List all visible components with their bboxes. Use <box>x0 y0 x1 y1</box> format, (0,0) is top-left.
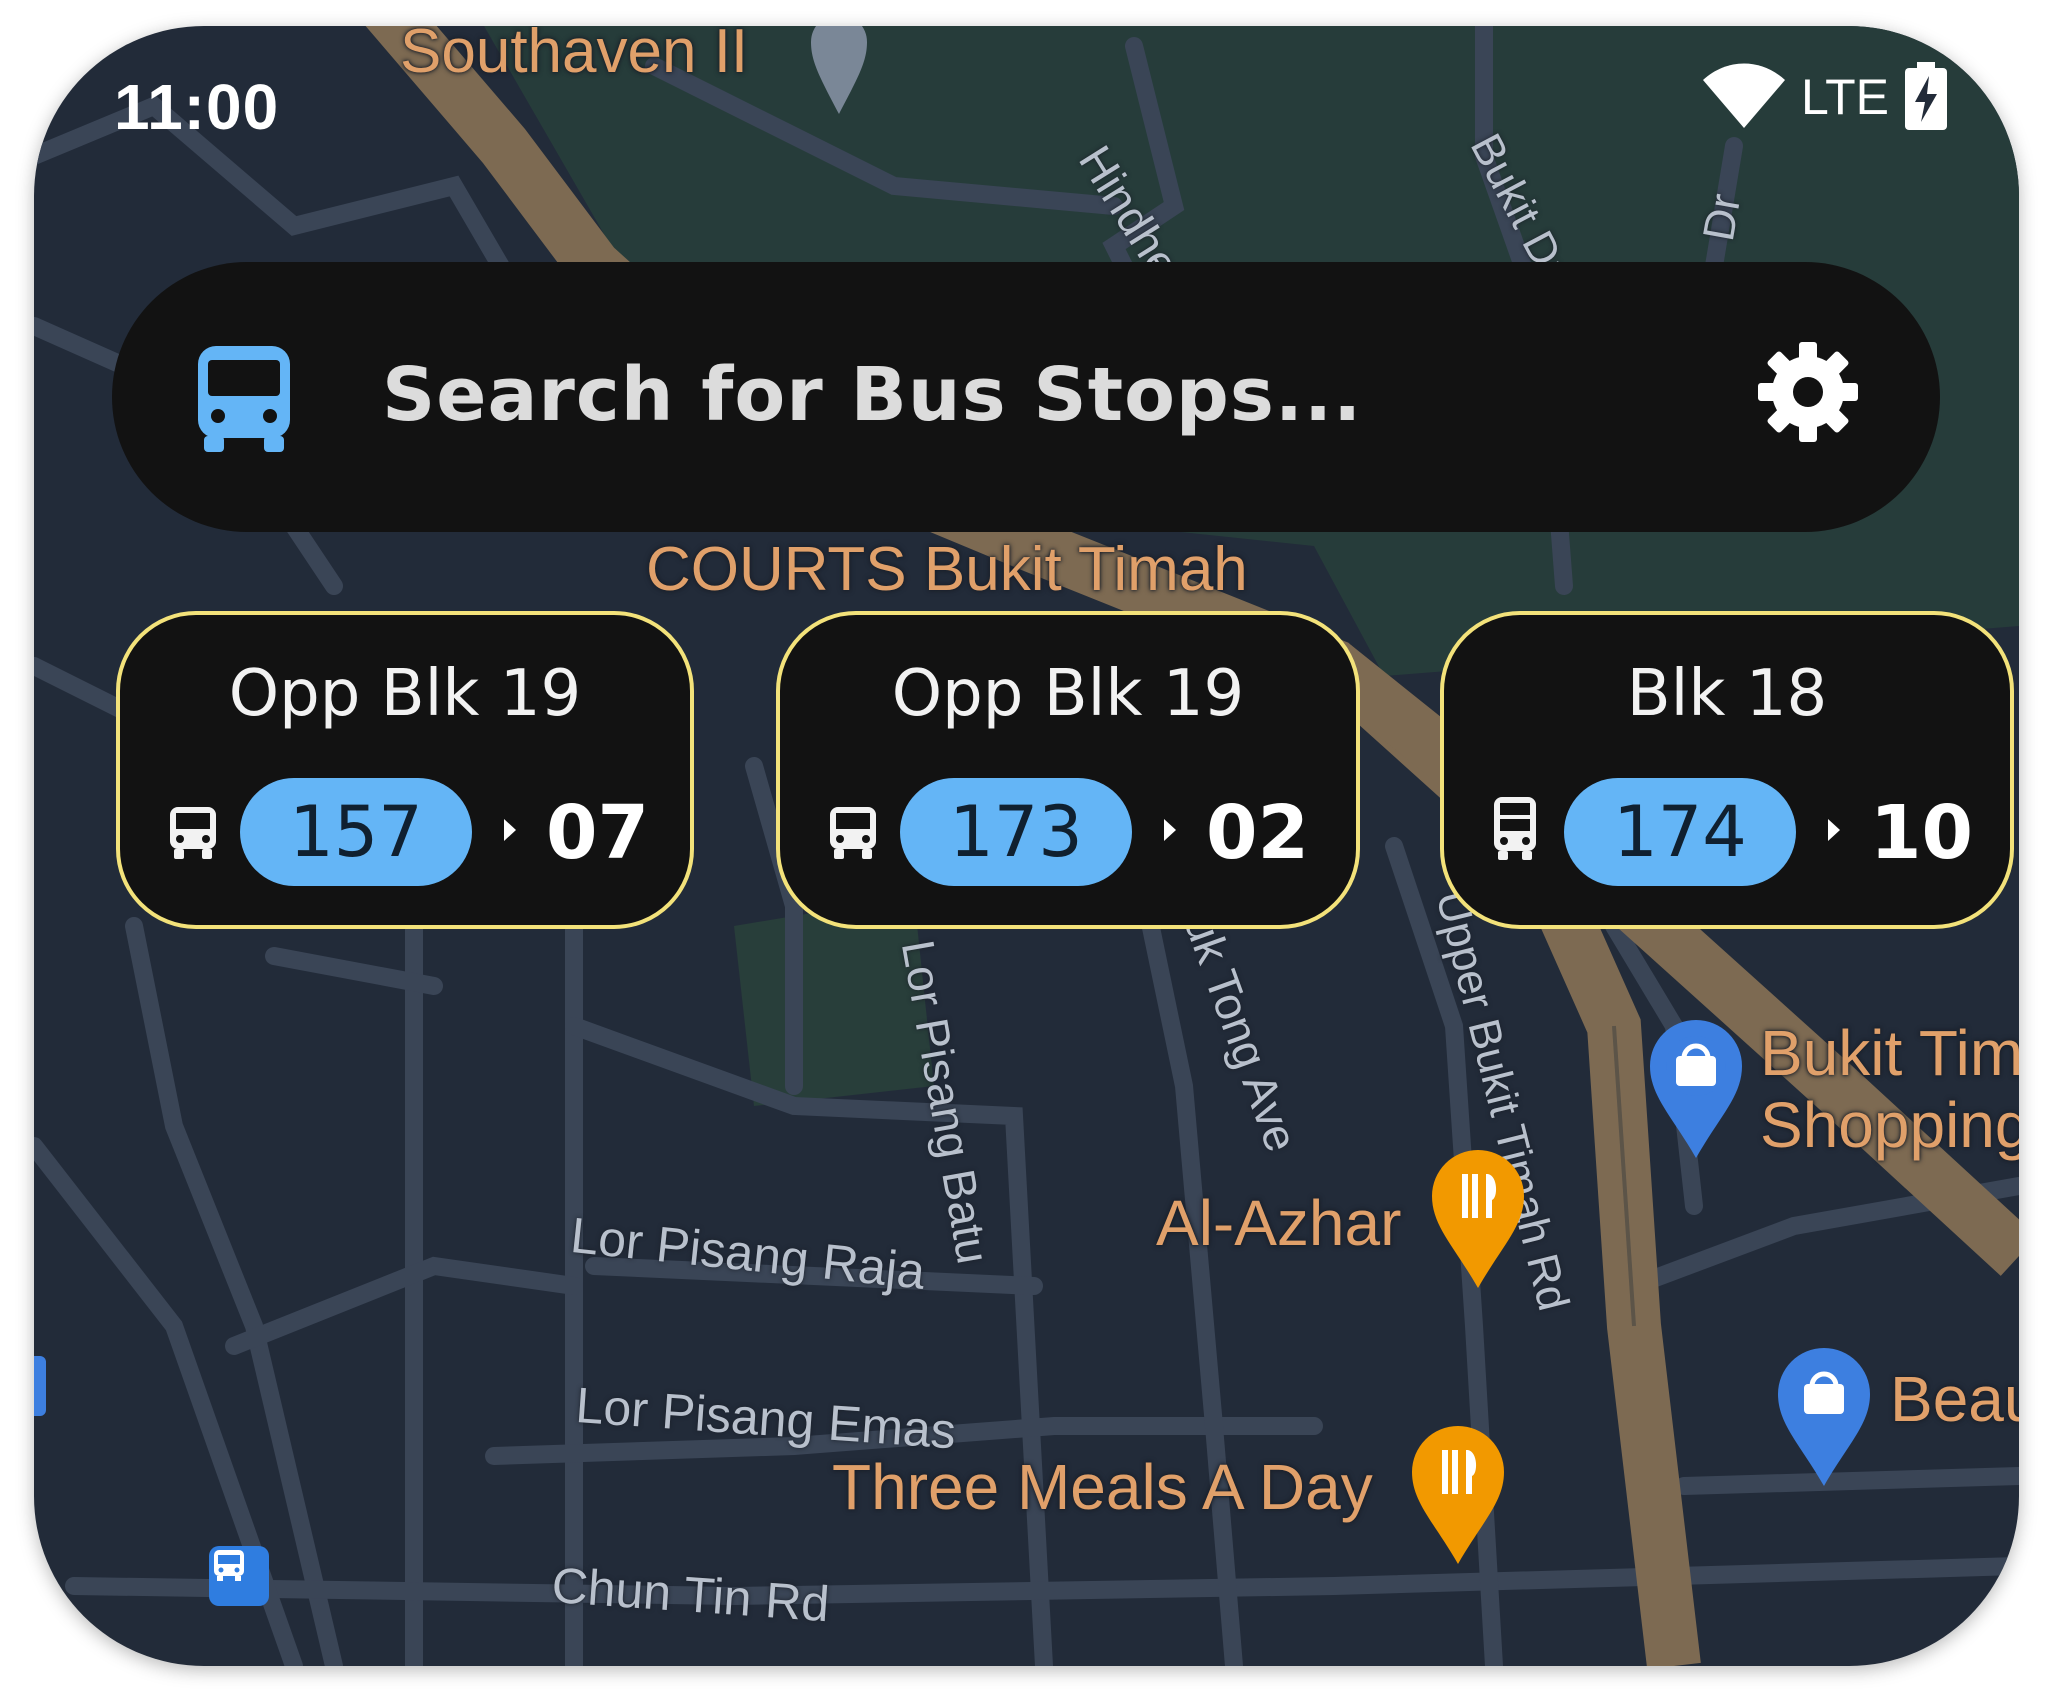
place-label-al-azhar: Al-Azhar <box>1156 1187 1402 1259</box>
search-input[interactable]: Search for Bus Stops... <box>382 352 1362 438</box>
chevron-right-icon <box>504 819 516 841</box>
chevron-right-icon <box>1828 819 1840 841</box>
route-number: 174 <box>1564 778 1796 886</box>
place-label-three-meals: Three Meals A Day <box>832 1451 1373 1523</box>
double-decker-bus-icon <box>1492 795 1538 866</box>
place-label-courts: COURTS Bukit Timah <box>646 535 1248 604</box>
bus-icon <box>194 342 294 461</box>
bus-stop-marker-icon[interactable] <box>209 1546 269 1606</box>
edge-marker <box>34 1356 46 1416</box>
arrival-minutes: 02 <box>1206 790 1309 876</box>
gear-icon[interactable] <box>1756 340 1860 449</box>
network-label: LTE <box>1801 69 1889 125</box>
bus-arrival-card[interactable]: Opp Blk 19 173 02 <box>776 611 1360 929</box>
arrival-minutes: 10 <box>1870 790 1973 876</box>
status-icons: LTE <box>1701 62 1949 132</box>
place-label-southaven: Southaven II <box>400 26 749 86</box>
stop-name: Opp Blk 19 <box>891 657 1245 731</box>
route-number: 157 <box>240 778 472 886</box>
bus-arrival-card[interactable]: Opp Blk 19 157 07 <box>116 611 694 929</box>
place-label-bukit-timah-shopping-line1: Bukit Tim <box>1760 1017 2019 1089</box>
street-label-dr: Dr <box>1694 190 1751 245</box>
bus-icon <box>828 805 878 866</box>
chevron-right-icon <box>1164 819 1176 841</box>
bus-arrival-card[interactable]: Blk 18 174 10 <box>1440 611 2014 929</box>
stop-name: Opp Blk 19 <box>228 657 582 731</box>
status-time: 11:00 <box>114 71 280 143</box>
route-number: 173 <box>900 778 1132 886</box>
stop-name: Blk 18 <box>1626 657 1828 731</box>
place-label-bukit-timah-shopping-line2: Shopping <box>1760 1089 2019 1161</box>
wifi-icon <box>1703 63 1785 128</box>
battery-charging-icon <box>1905 62 1947 130</box>
arrival-minutes: 07 <box>546 790 649 876</box>
bus-icon <box>168 805 218 866</box>
place-label-beau: Beau <box>1890 1363 2019 1435</box>
phone-screen: Southaven II COURTS Bukit Timah Bukit Ti… <box>34 26 2019 1666</box>
search-bar[interactable]: Search for Bus Stops... <box>112 262 1940 532</box>
